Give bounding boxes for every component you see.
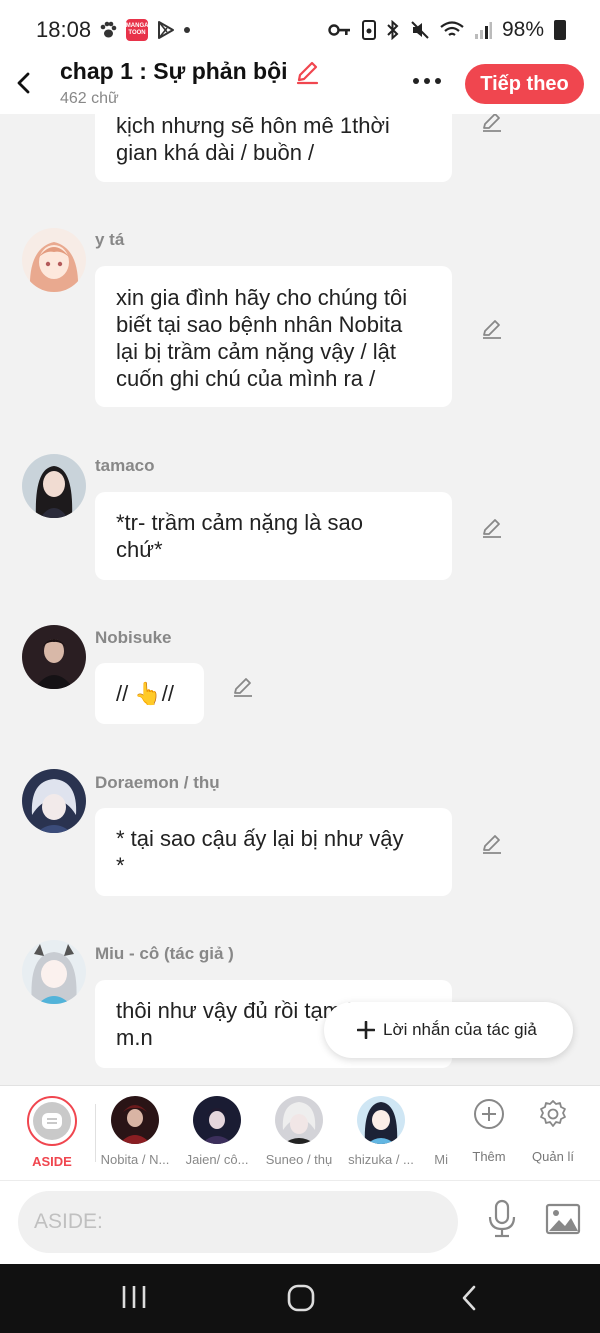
character-item[interactable]: Mi (412, 1096, 448, 1167)
character-item[interactable]: Suneo / thụ (259, 1096, 339, 1167)
battery-icon (554, 20, 566, 40)
edit-message-icon[interactable] (231, 675, 255, 699)
speaker-name: tamaco (95, 456, 155, 475)
avatar (111, 1096, 159, 1144)
status-time: 18:08 (36, 17, 92, 42)
input-bar (0, 1180, 600, 1264)
recent-apps-icon[interactable] (120, 1284, 148, 1310)
speaker-name: y tá (95, 230, 125, 249)
avatar[interactable] (22, 228, 86, 292)
message-bubble[interactable]: // 👆// (95, 663, 204, 724)
character-label: shizuka / ... (348, 1152, 414, 1167)
avatar[interactable] (22, 769, 86, 833)
chat-area[interactable]: kịch nhưng sẽ hôn mê 1thời gian khá dài … (0, 114, 600, 1085)
back-icon[interactable] (459, 1284, 479, 1312)
character-aside[interactable]: ASIDE (12, 1096, 92, 1169)
aside-chat-icon (42, 1113, 62, 1129)
word-count: 462 chữ (60, 90, 119, 107)
mangatoon-app-icon: MANGA TOON (126, 19, 148, 41)
character-label: Mi (434, 1152, 448, 1167)
character-label: Suneo / thụ (265, 1152, 333, 1167)
message-bubble[interactable]: kịch nhưng sẽ hôn mê 1thời gian khá dài … (95, 114, 452, 182)
character-item[interactable]: Nobita / N... (95, 1096, 175, 1167)
manage-characters-button[interactable]: Quản lí (523, 1098, 583, 1164)
avatar (357, 1096, 405, 1144)
next-button[interactable]: Tiếp theo (465, 64, 584, 104)
author-message-button[interactable]: Lời nhắn của tác giả (324, 1002, 573, 1058)
mute-icon (411, 21, 429, 39)
edit-message-icon[interactable] (480, 317, 504, 341)
speaker-name: Miu - cô (tác giả ) (95, 944, 234, 963)
play-store-icon (158, 21, 174, 39)
add-character-button[interactable]: Thêm (459, 1098, 519, 1164)
phone-lock-icon (361, 20, 376, 40)
chapter-header: chap 1 : Sự phản bội 462 chữ Tiếp theo (0, 58, 600, 114)
notification-dot-icon (184, 27, 190, 33)
chapter-title: chap 1 : Sự phản bội (60, 58, 288, 84)
microphone-icon[interactable] (486, 1199, 518, 1239)
character-item[interactable]: shizuka / ... (341, 1096, 421, 1167)
character-item[interactable]: Jaien/ cô... (177, 1096, 257, 1167)
status-bar: 18:08 MANGA TOON 98% (0, 0, 600, 58)
paw-icon (100, 21, 117, 38)
message-bubble[interactable]: xin gia đình hãy cho chúng tôi biết tại … (95, 266, 452, 407)
back-arrow-icon[interactable] (14, 68, 34, 98)
message-bubble[interactable]: *tr- trầm cảm nặng là sao chứ* (95, 492, 452, 580)
plus-icon (357, 1021, 375, 1039)
edit-message-icon[interactable] (480, 114, 504, 134)
avatar (193, 1096, 241, 1144)
speaker-name: Nobisuke (95, 628, 172, 647)
avatar[interactable] (22, 625, 86, 689)
edit-message-icon[interactable] (480, 516, 504, 540)
edit-message-icon[interactable] (480, 832, 504, 856)
character-label: ASIDE (32, 1154, 72, 1169)
edit-title-icon[interactable] (294, 59, 320, 85)
key-icon (328, 24, 350, 36)
signal-icon (474, 22, 492, 39)
avatar[interactable] (22, 454, 86, 518)
bluetooth-icon (387, 20, 399, 40)
home-icon[interactable] (287, 1284, 315, 1312)
more-options-icon[interactable] (413, 78, 441, 84)
battery-percent: 98% (501, 18, 544, 41)
aside-text-input[interactable] (18, 1191, 458, 1253)
gear-icon (540, 1100, 566, 1127)
character-label: Nobita / N... (100, 1152, 170, 1167)
message-bubble[interactable]: * tại sao cậu ấy lại bị như vậy * (95, 808, 452, 896)
image-icon[interactable] (545, 1203, 581, 1235)
character-bar: ASIDE Nobita / N... Jaien/ cô... Suneo /… (0, 1085, 600, 1180)
speaker-name: Doraemon / thụ (95, 773, 220, 792)
system-navigation-bar (0, 1264, 600, 1333)
character-label: Jaien/ cô... (185, 1152, 249, 1167)
avatar (275, 1096, 323, 1144)
wifi-icon (440, 21, 464, 36)
add-circle-icon (474, 1099, 504, 1129)
avatar[interactable] (22, 940, 86, 1004)
